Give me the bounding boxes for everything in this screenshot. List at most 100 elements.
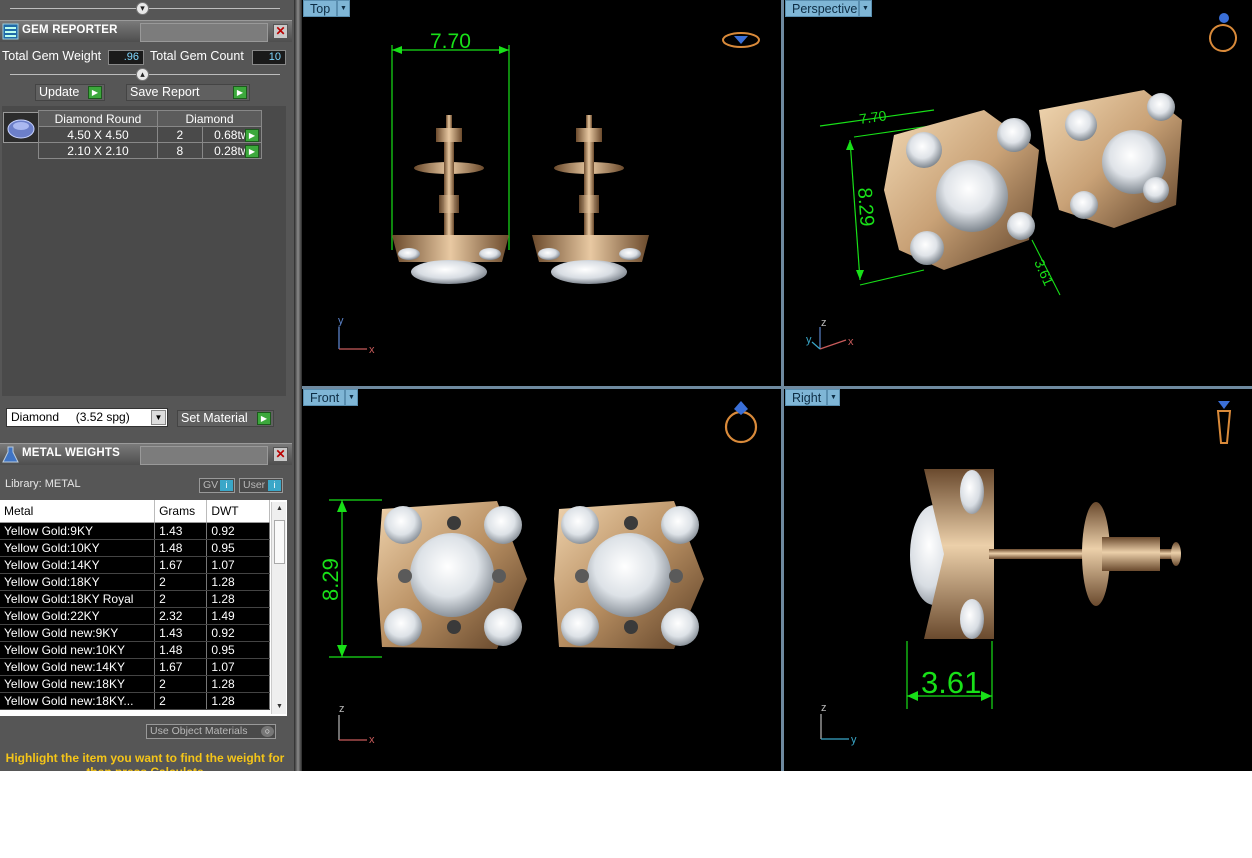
- metal-dwt: 0.95: [206, 641, 270, 659]
- metal-name: Yellow Gold new:9KY: [0, 624, 156, 642]
- metal-col-name[interactable]: Metal: [0, 500, 156, 523]
- gv-toggle[interactable]: GV i: [199, 478, 235, 493]
- gem-row-go-button[interactable]: ▶: [243, 128, 259, 143]
- metal-col-grams[interactable]: Grams: [154, 500, 208, 523]
- total-gem-weight-label: Total Gem Weight: [2, 49, 102, 63]
- info-icon: i: [220, 480, 233, 491]
- total-gem-count-label: Total Gem Count: [150, 49, 244, 63]
- metal-weights-hint: Highlight the item you want to find the …: [5, 751, 285, 771]
- viewport-top-label[interactable]: Top ▼: [303, 0, 350, 17]
- metal-col-dwt[interactable]: DWT: [206, 500, 270, 523]
- metal-grams: 1.67: [154, 658, 208, 676]
- panel-splitter[interactable]: [294, 0, 302, 771]
- viewport-right[interactable]: 3.61 z y Right ▼: [784, 389, 1252, 771]
- axis-label-z: z: [821, 317, 827, 329]
- axis-gizmo: [820, 714, 849, 740]
- ring-orientation-icon[interactable]: [722, 32, 760, 48]
- metal-row[interactable]: Yellow Gold new:9KY 1.43 0.92: [0, 624, 270, 642]
- viewport-perspective[interactable]: 7.70 8.29 3.61 z y x Perspective ▼: [784, 0, 1252, 386]
- gem-row-go-button[interactable]: ▶: [243, 144, 259, 159]
- earring-model[interactable]: [554, 501, 704, 649]
- panel-tab-spacer: [140, 446, 268, 465]
- metal-weights-title: METAL WEIGHTS: [22, 447, 121, 459]
- metal-name: Yellow Gold:9KY: [0, 522, 156, 540]
- metal-table-scrollbar[interactable]: ▲ ▼: [271, 502, 286, 714]
- material-select[interactable]: Diamond (3.52 spg) ▼: [6, 408, 168, 427]
- metal-row[interactable]: Yellow Gold:10KY 1.48 0.95: [0, 539, 270, 557]
- scroll-up-icon[interactable]: ▲: [272, 502, 287, 516]
- earring-model[interactable]: [392, 115, 509, 284]
- gem-count: 8: [157, 142, 203, 159]
- collapse-arrow-icon[interactable]: ▾: [136, 2, 149, 15]
- chevron-down-icon[interactable]: ▼: [345, 389, 358, 406]
- earring-model[interactable]: [884, 110, 1039, 270]
- metal-table: Metal Grams DWT Yellow Gold:9KY 1.43 0.92 Y…: [0, 500, 270, 710]
- viewport-front-label[interactable]: Front ▼: [303, 389, 358, 406]
- app-window: ▾ GEM REPORTER ✕ Total Gem Weight .96 To…: [0, 0, 1252, 771]
- axis-label-z: z: [339, 703, 345, 715]
- metal-dwt: 0.92: [206, 624, 270, 642]
- close-icon[interactable]: ✕: [273, 447, 288, 462]
- panel-splitter-top[interactable]: ▾: [0, 1, 290, 17]
- metal-row[interactable]: Yellow Gold:18KY 2 1.28: [0, 573, 270, 591]
- metal-row[interactable]: Yellow Gold:14KY 1.67 1.07: [0, 556, 270, 574]
- viewport-top[interactable]: 7.70 y x Top ▼: [302, 0, 781, 386]
- gem-col-shape: Diamond Round: [38, 110, 158, 127]
- chevron-down-icon[interactable]: ▼: [337, 0, 350, 17]
- gem-reporter-header: GEM REPORTER ✕: [0, 20, 292, 42]
- metal-name: Yellow Gold new:14KY: [0, 658, 156, 676]
- use-object-materials-toggle[interactable]: Use Object Materials ○: [146, 724, 276, 739]
- metal-row[interactable]: Yellow Gold new:14KY 1.67 1.07: [0, 658, 270, 676]
- metal-row[interactable]: Yellow Gold:22KY 2.32 1.49: [0, 607, 270, 625]
- viewport-divider-horizontal[interactable]: [302, 386, 1252, 389]
- chevron-down-icon[interactable]: ▼: [151, 410, 166, 425]
- save-report-button[interactable]: Save Report ▶: [126, 84, 250, 101]
- ring-orientation-icon[interactable]: [724, 401, 758, 444]
- set-material-button[interactable]: Set Material ▶: [177, 410, 274, 427]
- earring-model[interactable]: [377, 501, 527, 649]
- gem-reporter-title: GEM REPORTER: [22, 24, 118, 36]
- earring-model[interactable]: [1039, 90, 1182, 228]
- play-icon: ▶: [233, 86, 247, 99]
- panel-splitter-mid[interactable]: ▴: [0, 67, 290, 83]
- expand-arrow-icon[interactable]: ▴: [136, 68, 149, 81]
- play-icon: ▶: [88, 86, 102, 99]
- update-button[interactable]: Update ▶: [35, 84, 105, 101]
- play-icon: ▶: [257, 412, 271, 425]
- metal-name: Yellow Gold new:10KY: [0, 641, 156, 659]
- gem-row[interactable]: 4.50 X 4.50 2 0.68tw: [38, 126, 263, 143]
- play-icon: ▶: [245, 145, 259, 158]
- metal-row[interactable]: Yellow Gold new:18KY... 2 1.28: [0, 692, 270, 710]
- ring-side-orientation-icon[interactable]: [1216, 401, 1232, 444]
- metal-row[interactable]: Yellow Gold:18KY Royal 2 1.28: [0, 590, 270, 608]
- scroll-down-icon[interactable]: ▼: [272, 700, 287, 714]
- viewport-perspective-label[interactable]: Perspective ▼: [785, 0, 872, 17]
- chevron-down-icon[interactable]: ▼: [859, 0, 872, 17]
- close-icon[interactable]: ✕: [273, 24, 288, 39]
- viewport-right-label[interactable]: Right ▼: [785, 389, 840, 406]
- scroll-thumb[interactable]: [274, 520, 285, 564]
- viewport-right-scene: 3.61 z y: [820, 401, 1232, 746]
- metal-row[interactable]: Yellow Gold new:10KY 1.48 0.95: [0, 641, 270, 659]
- viewport-front-name: Front: [310, 391, 340, 405]
- axis-gizmo: [811, 327, 847, 350]
- metal-name: Yellow Gold new:18KY...: [0, 692, 156, 710]
- viewport-front[interactable]: 8.29 z x Front ▼: [302, 389, 781, 771]
- earring-model[interactable]: [910, 469, 1181, 639]
- earring-model[interactable]: [532, 115, 649, 284]
- axis-label-y: y: [806, 334, 812, 346]
- axis-gizmo: [338, 327, 367, 350]
- metal-row[interactable]: Yellow Gold:9KY 1.43 0.92: [0, 522, 270, 540]
- chevron-down-icon[interactable]: ▼: [827, 389, 840, 406]
- gem-thumbnail[interactable]: [3, 112, 39, 143]
- ring-orientation-icon[interactable]: [1206, 13, 1241, 55]
- user-toggle[interactable]: User i: [239, 478, 283, 493]
- viewport-perspective-scene: 7.70 8.29 3.61 z y x: [806, 13, 1241, 350]
- diamond-round-icon: [7, 119, 35, 139]
- metal-dwt: 1.28: [206, 590, 270, 608]
- metal-row[interactable]: Yellow Gold new:18KY 2 1.28: [0, 675, 270, 693]
- gem-row[interactable]: 2.10 X 2.10 8 0.28tw: [38, 142, 263, 159]
- flask-icon: [2, 446, 19, 463]
- total-gem-weight-value: .96: [108, 50, 144, 65]
- metal-grams: 2: [154, 692, 208, 710]
